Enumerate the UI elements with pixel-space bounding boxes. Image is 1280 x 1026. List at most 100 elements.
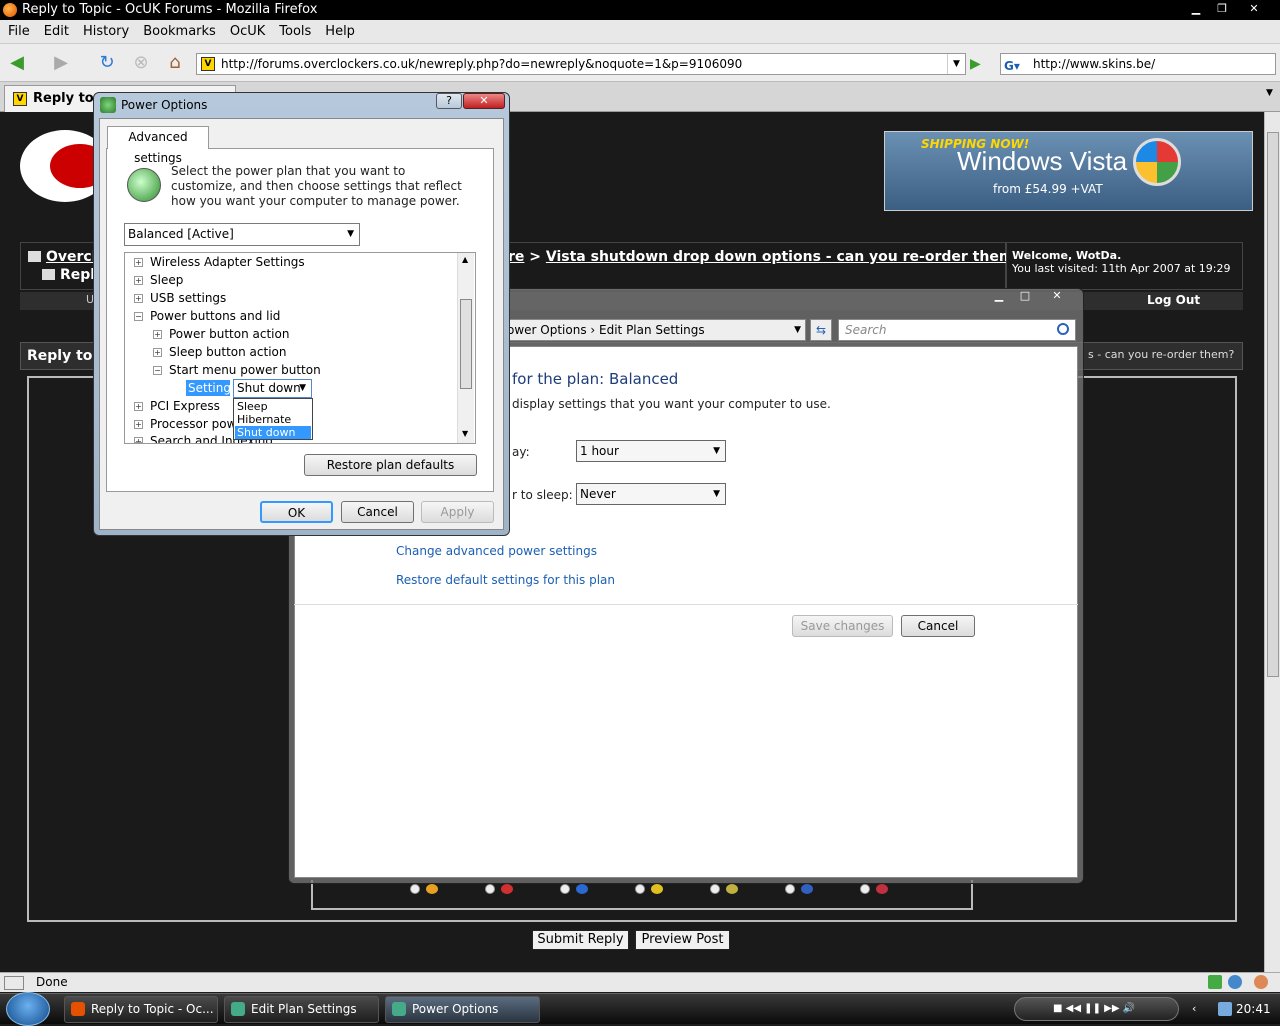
tree-scrollbar[interactable]: ▲ ▼ <box>457 253 474 443</box>
help-button[interactable]: ? <box>436 93 462 109</box>
expand-icon[interactable]: + <box>153 330 162 339</box>
address-breadcrumb[interactable]: ower Options › Edit Plan Settings ▼ <box>500 319 806 341</box>
tree-item-pci-express[interactable]: PCI Express <box>150 399 220 413</box>
option-hibernate[interactable]: Hibernate <box>235 413 311 426</box>
minimize-button[interactable]: ▁ <box>985 289 1013 305</box>
scrollbar-thumb[interactable] <box>460 299 472 389</box>
scrollbar-thumb[interactable] <box>1267 132 1279 677</box>
radio-icon[interactable] <box>410 884 420 894</box>
url-dropdown-icon[interactable]: ▼ <box>947 54 965 74</box>
expand-icon[interactable]: + <box>134 276 143 285</box>
maximize-button[interactable]: □ <box>1011 289 1039 305</box>
start-orb-icon[interactable] <box>6 992 50 1026</box>
home-folder-icon <box>42 269 55 280</box>
cancel-button[interactable]: Cancel <box>341 501 414 523</box>
save-changes-button[interactable]: Save changes <box>792 615 893 637</box>
setting-select[interactable]: Shut down ▼ <box>233 379 312 398</box>
display-off-select[interactable]: 1 hour ▼ <box>576 440 726 462</box>
collapse-icon[interactable]: − <box>134 312 143 321</box>
radio-icon[interactable] <box>485 884 495 894</box>
forward-icon[interactable]: ▶ <box>50 53 72 73</box>
search-input[interactable]: Search <box>838 319 1076 341</box>
menu-ocuk[interactable]: OcUK <box>223 20 272 44</box>
close-button[interactable]: ✕ <box>463 93 505 109</box>
addon-icon[interactable] <box>1208 975 1222 989</box>
menu-bookmarks[interactable]: Bookmarks <box>136 20 223 44</box>
clock[interactable]: 20:41 <box>1236 994 1271 1025</box>
search-icon[interactable] <box>1057 323 1069 335</box>
google-icon[interactable]: G▾ <box>1004 56 1026 73</box>
network-icon[interactable] <box>1218 1002 1232 1016</box>
taskbar-item-firefox[interactable]: Reply to Topic - Oc... <box>64 996 218 1023</box>
tree-item-wireless[interactable]: Wireless Adapter Settings <box>150 255 305 269</box>
expand-icon[interactable]: + <box>134 402 143 411</box>
folder-icon <box>28 251 41 262</box>
tree-item-processor[interactable]: Processor powe <box>150 417 244 431</box>
restore-defaults-link[interactable]: Restore default settings for this plan <box>396 573 615 587</box>
sleep-select[interactable]: Never ▼ <box>576 483 726 505</box>
submit-reply-button[interactable]: Submit Reply <box>532 930 629 950</box>
tree-item-usb[interactable]: USB settings <box>150 291 226 305</box>
tree-item-sleep-button-action[interactable]: Sleep button action <box>169 345 286 359</box>
go-icon[interactable]: ▶ <box>970 55 988 73</box>
radio-icon[interactable] <box>635 884 645 894</box>
advanced-settings-link[interactable]: Change advanced power settings <box>396 544 597 558</box>
close-button[interactable]: ✕ <box>1242 1 1266 18</box>
collapse-icon[interactable]: − <box>153 366 162 375</box>
restore-plan-defaults-button[interactable]: Restore plan defaults <box>304 454 477 476</box>
tab-list-icon[interactable]: ▼ <box>1266 88 1273 98</box>
smiley-icon[interactable] <box>1254 975 1268 989</box>
chevron-down-icon: ▼ <box>713 446 720 456</box>
maximize-button[interactable]: ❐ <box>1210 1 1234 18</box>
stop-icon[interactable]: ⊗ <box>130 53 152 73</box>
search-input[interactable]: G▾ http://www.skins.be/ <box>1000 53 1276 75</box>
option-shut-down[interactable]: Shut down <box>235 426 311 439</box>
tree-item-power-buttons[interactable]: Power buttons and lid <box>150 309 280 323</box>
option-sleep[interactable]: Sleep <box>235 400 311 413</box>
logout-link[interactable]: Log Out <box>1147 293 1200 307</box>
taskbar-item-power-options[interactable]: Power Options <box>385 996 540 1023</box>
cancel-button[interactable]: Cancel <box>901 615 975 637</box>
menu-tools[interactable]: Tools <box>272 20 318 44</box>
refresh-icon[interactable]: ⇆ <box>810 319 832 341</box>
menu-help[interactable]: Help <box>318 20 362 44</box>
media-player-toolbar[interactable]: ■ ◀◀ ❚❚ ▶▶ 🔊 <box>1014 997 1179 1021</box>
page-scrollbar[interactable] <box>1264 112 1280 972</box>
radio-icon[interactable] <box>710 884 720 894</box>
ok-button[interactable]: OK <box>260 501 333 523</box>
scroll-down-icon[interactable]: ▼ <box>462 429 468 438</box>
vista-banner-ad[interactable]: SHIPPING NOW! Windows Vista from £54.99 … <box>884 131 1253 211</box>
back-icon[interactable]: ◀ <box>6 53 28 73</box>
menu-history[interactable]: History <box>76 20 136 44</box>
taskbar-item-edit-plan[interactable]: Edit Plan Settings <box>224 996 379 1023</box>
url-input[interactable]: V http://forums.overclockers.co.uk/newre… <box>196 53 966 75</box>
preview-post-button[interactable]: Preview Post <box>635 930 730 950</box>
minimize-button[interactable]: ▁ <box>1184 1 1208 18</box>
home-icon[interactable]: ⌂ <box>164 53 186 73</box>
plan-select[interactable]: Balanced [Active] ▼ <box>124 223 360 246</box>
radio-icon[interactable] <box>785 884 795 894</box>
close-button[interactable]: ✕ <box>1043 289 1071 305</box>
reload-icon[interactable]: ↻ <box>96 53 118 73</box>
expand-icon[interactable]: + <box>134 420 143 429</box>
expand-icon[interactable]: + <box>134 437 143 443</box>
tree-item-power-button-action[interactable]: Power button action <box>169 327 289 341</box>
thread-title-link[interactable]: re > Vista shutdown drop down options - … <box>508 249 1022 265</box>
radio-icon[interactable] <box>860 884 870 894</box>
expand-icon[interactable]: + <box>153 348 162 357</box>
breadcrumb-forum-link[interactable]: Overcl <box>28 249 97 265</box>
tree-item-start-menu-button[interactable]: Start menu power button <box>169 363 321 377</box>
skype-icon[interactable] <box>1228 975 1242 989</box>
chevron-down-icon: ▼ <box>713 489 720 499</box>
tab-advanced-settings[interactable]: Advanced settings <box>107 126 209 165</box>
expand-icon[interactable]: + <box>134 294 143 303</box>
tree-item-sleep[interactable]: Sleep <box>150 273 183 287</box>
apply-button[interactable]: Apply <box>421 501 494 523</box>
menu-file[interactable]: File <box>0 20 37 44</box>
welcome-user: Welcome, WotDa. <box>1012 249 1122 262</box>
scroll-up-icon[interactable]: ▲ <box>462 255 468 264</box>
menu-edit[interactable]: Edit <box>37 20 76 44</box>
radio-icon[interactable] <box>560 884 570 894</box>
show-hidden-icons[interactable]: ‹ <box>1192 1002 1196 1015</box>
expand-icon[interactable]: + <box>134 258 143 267</box>
